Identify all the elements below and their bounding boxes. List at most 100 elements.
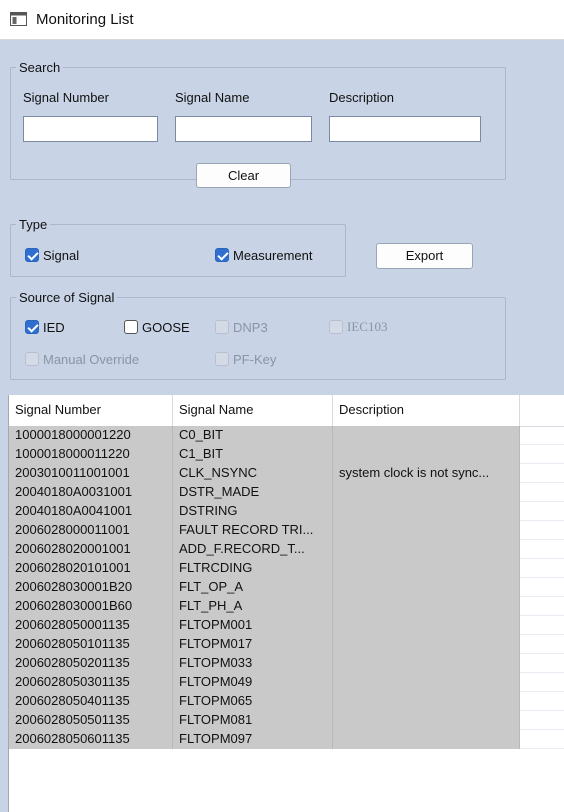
pfkey-checkbox[interactable]: PF-Key xyxy=(215,350,276,368)
measurement-checkbox[interactable]: Measurement xyxy=(215,246,312,264)
cell-description xyxy=(333,635,520,654)
cell-signal-name: FLTOPM065 xyxy=(173,692,333,711)
cell-signal-number: 2006028030001B60 xyxy=(9,597,173,616)
table-row[interactable]: 2006028020001001 ADD_F.RECORD_T... xyxy=(9,540,564,559)
table-row[interactable]: 2006028050401135 FLTOPM065 xyxy=(9,692,564,711)
ied-checkbox[interactable]: IED xyxy=(25,318,65,336)
table-row[interactable]: 2006028030001B60 FLT_PH_A xyxy=(9,597,564,616)
cell-description: system clock is not sync... xyxy=(333,464,520,483)
cell-signal-number: 2003010011001001 xyxy=(9,464,173,483)
table-row[interactable]: 2006028050601135 FLTOPM097 xyxy=(9,730,564,749)
goose-checkbox-label: GOOSE xyxy=(142,319,190,335)
table-row[interactable]: 2006028020101001 FLTRCDING xyxy=(9,559,564,578)
dnp3-checkbox-label: DNP3 xyxy=(233,319,268,335)
source-legend: Source of Signal xyxy=(19,290,115,305)
cell-description xyxy=(333,559,520,578)
cell-signal-name: DSTRING xyxy=(173,502,333,521)
cell-description xyxy=(333,673,520,692)
export-button[interactable]: Export xyxy=(376,243,473,269)
column-header-signal-name[interactable]: Signal Name xyxy=(173,395,333,426)
checkbox-checked-icon xyxy=(25,320,39,334)
signal-checkbox[interactable]: Signal xyxy=(25,246,79,264)
table-row[interactable]: 2003010011001001 CLK_NSYNC system clock is… xyxy=(9,464,564,483)
checkbox-unchecked-icon xyxy=(124,320,138,334)
cell-description xyxy=(333,730,520,749)
signal-name-input[interactable] xyxy=(175,116,312,142)
table-row[interactable]: 2006028000011001 FAULT RECORD TRI... xyxy=(9,521,564,540)
clear-button[interactable]: Clear xyxy=(196,163,291,188)
cell-signal-number: 2006028030001B20 xyxy=(9,578,173,597)
table-row[interactable]: 1000018000001220 C0_BIT xyxy=(9,426,564,445)
manual-override-checkbox[interactable]: Manual Override xyxy=(25,350,139,368)
goose-checkbox[interactable]: GOOSE xyxy=(124,318,190,336)
cell-signal-name: FLT_OP_A xyxy=(173,578,333,597)
signal-number-input[interactable] xyxy=(23,116,158,142)
cell-signal-number: 1000018000011220 xyxy=(9,445,173,464)
cell-signal-number: 2006028050101135 xyxy=(9,635,173,654)
cell-description xyxy=(333,711,520,730)
type-legend: Type xyxy=(19,217,48,232)
cell-description xyxy=(333,445,520,464)
cell-description xyxy=(333,597,520,616)
cell-signal-name: C0_BIT xyxy=(173,426,333,445)
cell-signal-name: FLTRCDING xyxy=(173,559,333,578)
cell-signal-name: FLTOPM033 xyxy=(173,654,333,673)
checkbox-disabled-icon xyxy=(25,352,39,366)
cell-description xyxy=(333,483,520,502)
cell-description xyxy=(333,578,520,597)
iec103-checkbox-label: IEC103 xyxy=(347,319,388,334)
table-row[interactable]: 2006028050101135 FLTOPM017 xyxy=(9,635,564,654)
cell-signal-name: FLTOPM097 xyxy=(173,730,333,749)
title-bar: Monitoring List xyxy=(0,0,564,40)
cell-signal-name: FAULT RECORD TRI... xyxy=(173,521,333,540)
table-header: Signal Number Signal Name Description xyxy=(9,395,564,427)
checkbox-disabled-icon xyxy=(215,320,229,334)
cell-signal-name: FLTOPM081 xyxy=(173,711,333,730)
cell-description xyxy=(333,654,520,673)
cell-signal-number: 1000018000001220 xyxy=(9,426,173,445)
dnp3-checkbox[interactable]: DNP3 xyxy=(215,318,268,336)
cell-description xyxy=(333,502,520,521)
description-label: Description xyxy=(329,90,395,105)
cell-signal-number: 2006028000011001 xyxy=(9,521,173,540)
cell-signal-number: 2006028050001135 xyxy=(9,616,173,635)
column-header-description[interactable]: Description xyxy=(333,395,520,426)
cell-signal-name: FLTOPM017 xyxy=(173,635,333,654)
cell-signal-number: 2006028050601135 xyxy=(9,730,173,749)
cell-signal-name: CLK_NSYNC xyxy=(173,464,333,483)
cell-description xyxy=(333,540,520,559)
cell-signal-number: 20040180A0031001 xyxy=(9,483,173,502)
description-input[interactable] xyxy=(329,116,481,142)
cell-signal-name: FLT_PH_A xyxy=(173,597,333,616)
filter-panel: Search Signal Number Signal Name Descrip… xyxy=(0,40,564,395)
table-row[interactable]: 2006028050201135 FLTOPM033 xyxy=(9,654,564,673)
table-row[interactable]: 2006028050501135 FLTOPM081 xyxy=(9,711,564,730)
measurement-checkbox-label: Measurement xyxy=(233,247,313,263)
table-row[interactable]: 2006028050301135 FLTOPM049 xyxy=(9,673,564,692)
cell-signal-number: 2006028050401135 xyxy=(9,692,173,711)
search-legend: Search xyxy=(19,60,61,75)
cell-signal-name: DSTR_MADE xyxy=(173,483,333,502)
table-row[interactable]: 2006028050001135 FLTOPM001 xyxy=(9,616,564,635)
cell-description xyxy=(333,521,520,540)
signal-checkbox-label: Signal xyxy=(43,247,80,263)
cell-signal-number: 2006028020101001 xyxy=(9,559,173,578)
cell-signal-number: 2006028050201135 xyxy=(9,654,173,673)
checkbox-checked-icon xyxy=(25,248,39,262)
cell-signal-number: 2006028050501135 xyxy=(9,711,173,730)
checkbox-disabled-icon xyxy=(215,352,229,366)
iec103-checkbox[interactable]: IEC103 xyxy=(329,318,387,336)
cell-signal-name: FLTOPM001 xyxy=(173,616,333,635)
table-row[interactable]: 20040180A0031001 DSTR_MADE xyxy=(9,483,564,502)
table-row[interactable]: 1000018000011220 C1_BIT xyxy=(9,445,564,464)
table-row[interactable]: 20040180A0041001 DSTRING xyxy=(9,502,564,521)
pfkey-checkbox-label: PF-Key xyxy=(233,351,277,367)
checkbox-checked-icon xyxy=(215,248,229,262)
checkbox-disabled-icon xyxy=(329,320,343,334)
cell-signal-name: ADD_F.RECORD_T... xyxy=(173,540,333,559)
manual-override-checkbox-label: Manual Override xyxy=(43,351,140,367)
cell-description xyxy=(333,692,520,711)
table-row[interactable]: 2006028030001B20 FLT_OP_A xyxy=(9,578,564,597)
cell-signal-number: 2006028020001001 xyxy=(9,540,173,559)
column-header-signal-number[interactable]: Signal Number xyxy=(9,395,173,426)
